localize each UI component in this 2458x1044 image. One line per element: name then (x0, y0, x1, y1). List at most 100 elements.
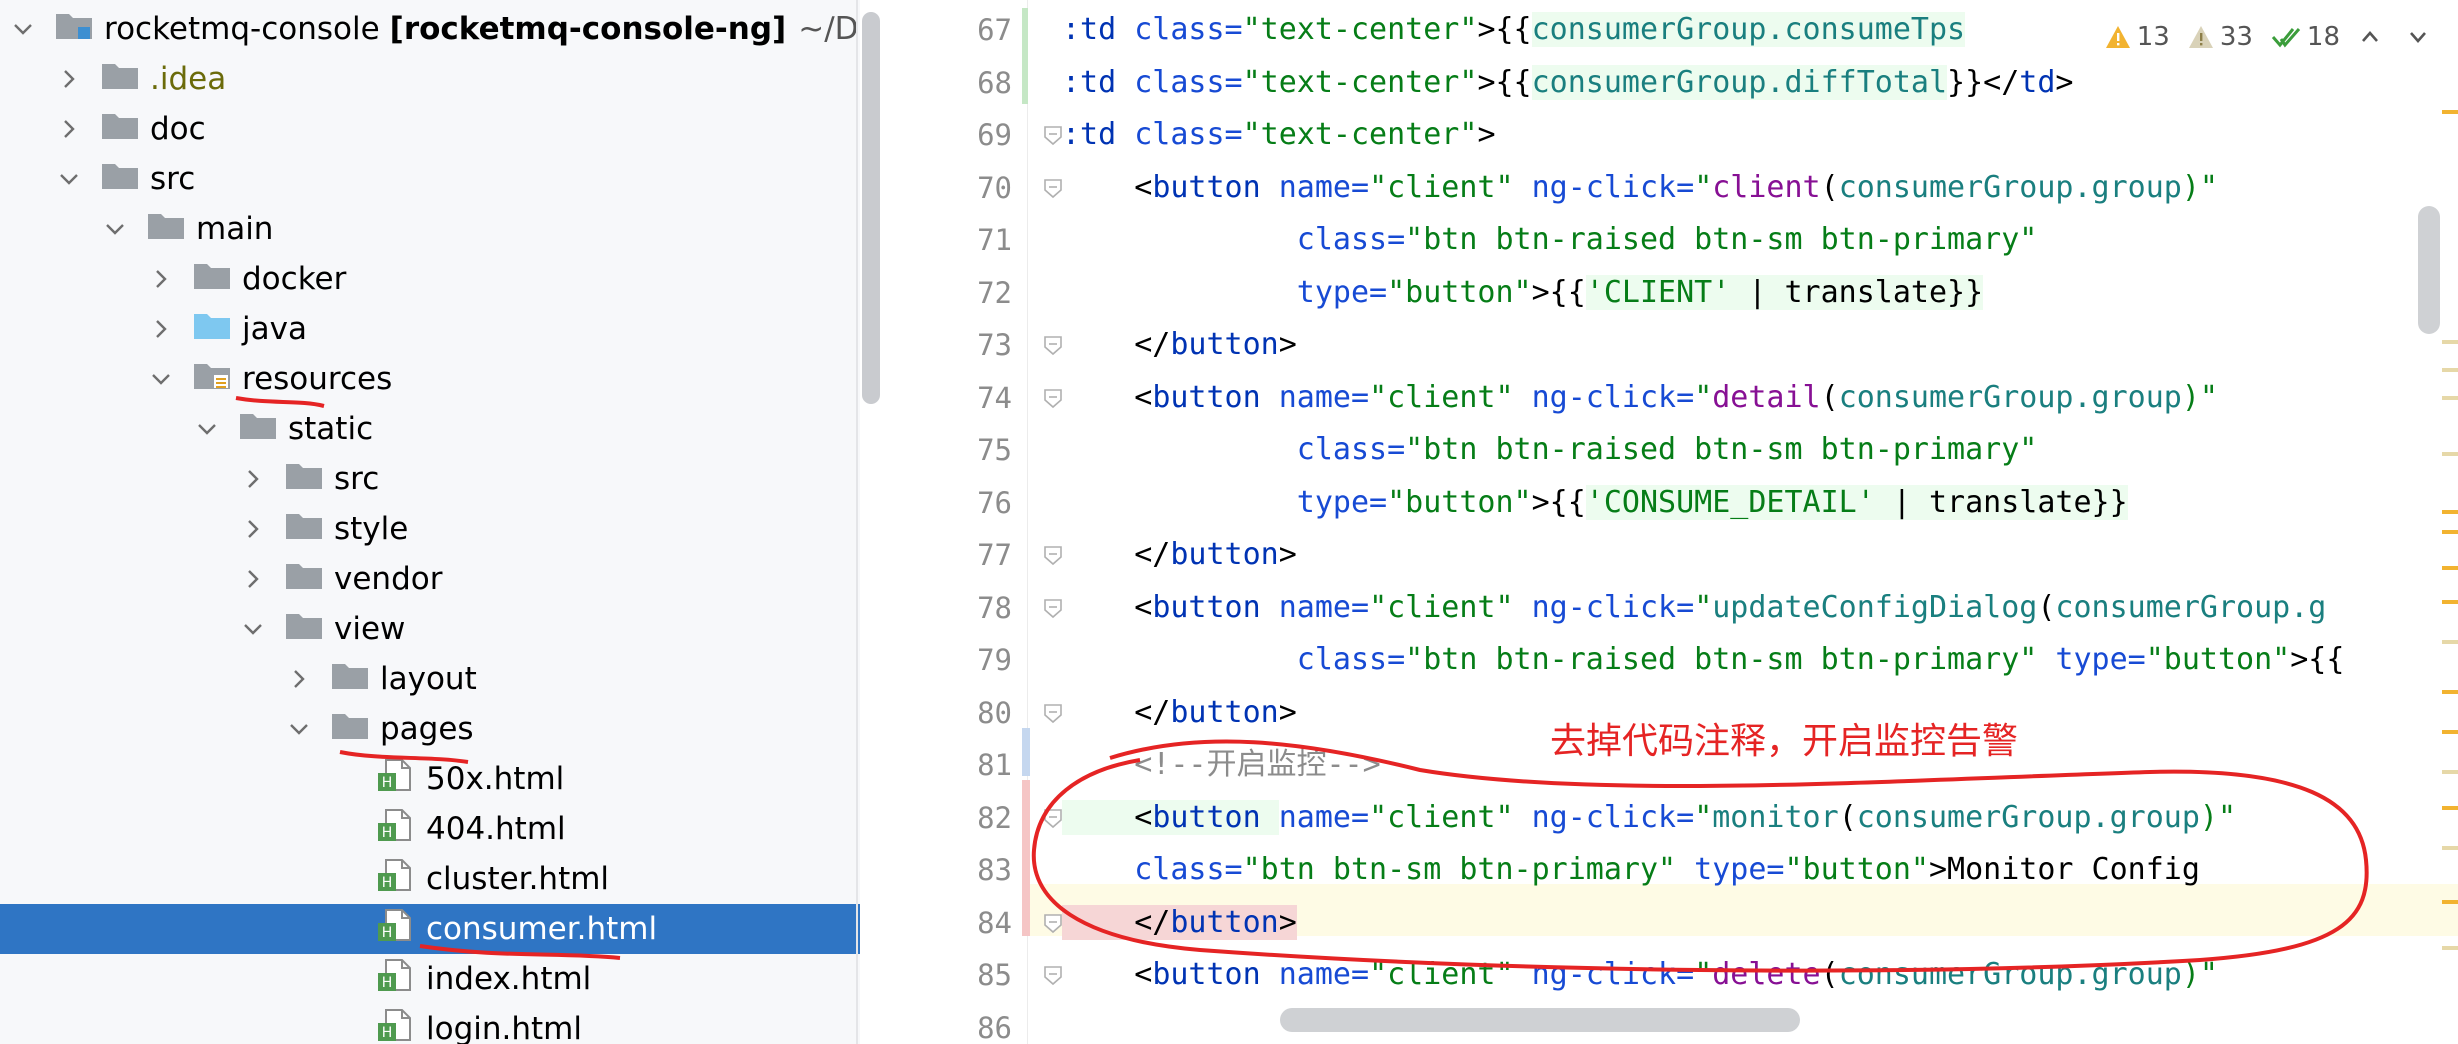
tree-item-src[interactable]: src (0, 154, 860, 204)
previous-highlight-button[interactable] (2358, 25, 2388, 49)
error-stripe-mark[interactable] (2442, 640, 2458, 644)
code-line[interactable]: class="btn btn-sm btn-primary" type="but… (1062, 844, 2200, 896)
tree-item-src[interactable]: src (0, 454, 860, 504)
weak-warnings-indicator[interactable]: 33 (2188, 22, 2253, 52)
line-number[interactable]: 72 (894, 267, 1012, 319)
warnings-indicator[interactable]: 13 (2105, 22, 2170, 52)
tree-scrollbar[interactable] (862, 12, 880, 404)
tree-item-static[interactable]: static (0, 404, 860, 454)
chevron-right-icon[interactable] (238, 514, 268, 544)
code-line[interactable]: class="btn btn-raised btn-sm btn-primary… (1062, 634, 2345, 686)
chevron-right-icon[interactable] (238, 564, 268, 594)
chevron-right-icon[interactable] (284, 664, 314, 694)
line-number[interactable]: 82 (894, 792, 1012, 844)
fold-marker-icon[interactable] (1042, 177, 1064, 199)
line-number[interactable]: 79 (894, 634, 1012, 686)
chevron-right-icon[interactable] (238, 464, 268, 494)
tree-item-consumer-html[interactable]: Hconsumer.html (0, 904, 860, 954)
code-line[interactable]: <button name="client" ng-click="delete(c… (1062, 949, 2218, 1001)
tree-item-docker[interactable]: docker (0, 254, 860, 304)
tree-item-layout[interactable]: layout (0, 654, 860, 704)
code-line[interactable]: <button name="client" ng-click="monitor(… (1062, 792, 2236, 844)
error-stripe-mark[interactable] (2442, 690, 2458, 694)
change-marker[interactable] (1022, 728, 1030, 776)
line-number[interactable]: 85 (894, 949, 1012, 1001)
error-stripe-mark[interactable] (2442, 368, 2458, 372)
code-line[interactable]: </button> (1062, 529, 1297, 581)
fold-marker-icon[interactable] (1042, 964, 1064, 986)
tree-item-index-html[interactable]: Hindex.html (0, 954, 860, 1004)
tree-item-idea[interactable]: .idea (0, 54, 860, 104)
fold-marker-icon[interactable] (1042, 334, 1064, 356)
line-number[interactable]: 83 (894, 844, 1012, 896)
line-number[interactable]: 76 (894, 477, 1012, 529)
code-line[interactable]: type="button">{{'CLIENT' | translate}} (1062, 267, 1984, 319)
tree-item-vendor[interactable]: vendor (0, 554, 860, 604)
chevron-down-icon[interactable] (192, 414, 222, 444)
line-number[interactable]: 73 (894, 319, 1012, 371)
project-tree[interactable]: rocketmq-console [rocketmq-console-ng] ~/D… (0, 0, 860, 1044)
typos-indicator[interactable]: 18 (2271, 22, 2340, 52)
fold-marker-icon[interactable] (1042, 597, 1064, 619)
chevron-down-icon[interactable] (238, 614, 268, 644)
fold-marker-icon[interactable] (1042, 912, 1064, 934)
code-editor[interactable]: 67 68 69 70 71 72 73 74 75 76 77 78 79 80 81 82 83 84 85 86… (894, 0, 2458, 1044)
error-stripe-mark[interactable] (2442, 900, 2458, 904)
chevron-right-icon[interactable] (146, 264, 176, 294)
error-stripe-mark[interactable] (2442, 806, 2458, 810)
line-number[interactable]: 70 (894, 162, 1012, 214)
error-stripe-mark[interactable] (2442, 566, 2458, 570)
fold-marker-icon[interactable] (1042, 807, 1064, 829)
chevron-down-icon[interactable] (8, 14, 38, 44)
line-number[interactable]: 69 (894, 109, 1012, 161)
tree-item-50x-html[interactable]: H 50x.html (0, 754, 860, 804)
chevron-right-icon[interactable] (54, 64, 84, 94)
line-gutter[interactable]: 67 68 69 70 71 72 73 74 75 76 77 78 79 80 81 82 83 84 85 86 (894, 0, 1028, 1044)
editor-horizontal-scrollbar[interactable] (1280, 1008, 1800, 1032)
chevron-down-icon[interactable] (146, 364, 176, 394)
change-marker[interactable] (1022, 8, 1028, 104)
change-marker[interactable] (1022, 780, 1030, 936)
error-stripe-mark[interactable] (2442, 110, 2458, 114)
chevron-right-icon[interactable] (54, 114, 84, 144)
code-line[interactable]: </button> (1062, 687, 1297, 739)
line-number[interactable]: 67 (894, 4, 1012, 56)
error-stripe-mark[interactable] (2442, 946, 2458, 950)
chevron-down-icon[interactable] (54, 164, 84, 194)
line-number[interactable]: 86 (894, 1002, 1012, 1044)
error-stripe-mark[interactable] (2442, 846, 2458, 850)
tree-item-java[interactable]: java (0, 304, 860, 354)
code-line[interactable]: type="button">{{'CONSUME_DETAIL' | trans… (1062, 477, 2128, 529)
error-stripe-mark[interactable] (2442, 396, 2458, 400)
error-stripe-mark[interactable] (2442, 530, 2458, 534)
tree-item-resources[interactable]: resources (0, 354, 860, 404)
line-number[interactable]: 68 (894, 57, 1012, 109)
fold-marker-icon[interactable] (1042, 544, 1064, 566)
code-line[interactable]: <button name="client" ng-click="client(c… (1062, 162, 2218, 214)
inspection-widget[interactable]: 13 33 18 (2092, 14, 2454, 60)
code-line[interactable]: class="btn btn-raised btn-sm btn-primary… (1062, 424, 2038, 476)
fold-marker-icon[interactable] (1042, 702, 1064, 724)
line-number[interactable]: 81 (894, 739, 1012, 791)
tree-item-404-html[interactable]: H 404.html (0, 804, 860, 854)
error-stripe-mark[interactable] (2442, 770, 2458, 774)
line-number[interactable]: 74 (894, 372, 1012, 424)
next-highlight-button[interactable] (2406, 25, 2436, 49)
code-line[interactable]: <!--开启监控--> (1062, 739, 1380, 791)
error-stripe-mark[interactable] (2442, 340, 2458, 344)
line-number[interactable]: 75 (894, 424, 1012, 476)
error-stripe-mark[interactable] (2442, 452, 2458, 456)
tree-item-pages[interactable]: pages (0, 704, 860, 754)
error-stripe-mark[interactable] (2442, 510, 2458, 514)
tree-item-doc[interactable]: doc (0, 104, 860, 154)
code-line[interactable]: <button name="client" ng-click="detail(c… (1062, 372, 2218, 424)
tree-item-main[interactable]: main (0, 204, 860, 254)
code-line[interactable]: </button> (1062, 897, 1297, 949)
fold-marker-icon[interactable] (1042, 124, 1064, 146)
tree-item-view[interactable]: view (0, 604, 860, 654)
fold-marker-icon[interactable] (1042, 387, 1064, 409)
code-line[interactable]: </button> (1062, 319, 1297, 371)
tree-item-style[interactable]: style (0, 504, 860, 554)
code-line[interactable]: <button name="client" ng-click="updateCo… (1062, 582, 2326, 634)
error-stripe-mark[interactable] (2442, 600, 2458, 604)
